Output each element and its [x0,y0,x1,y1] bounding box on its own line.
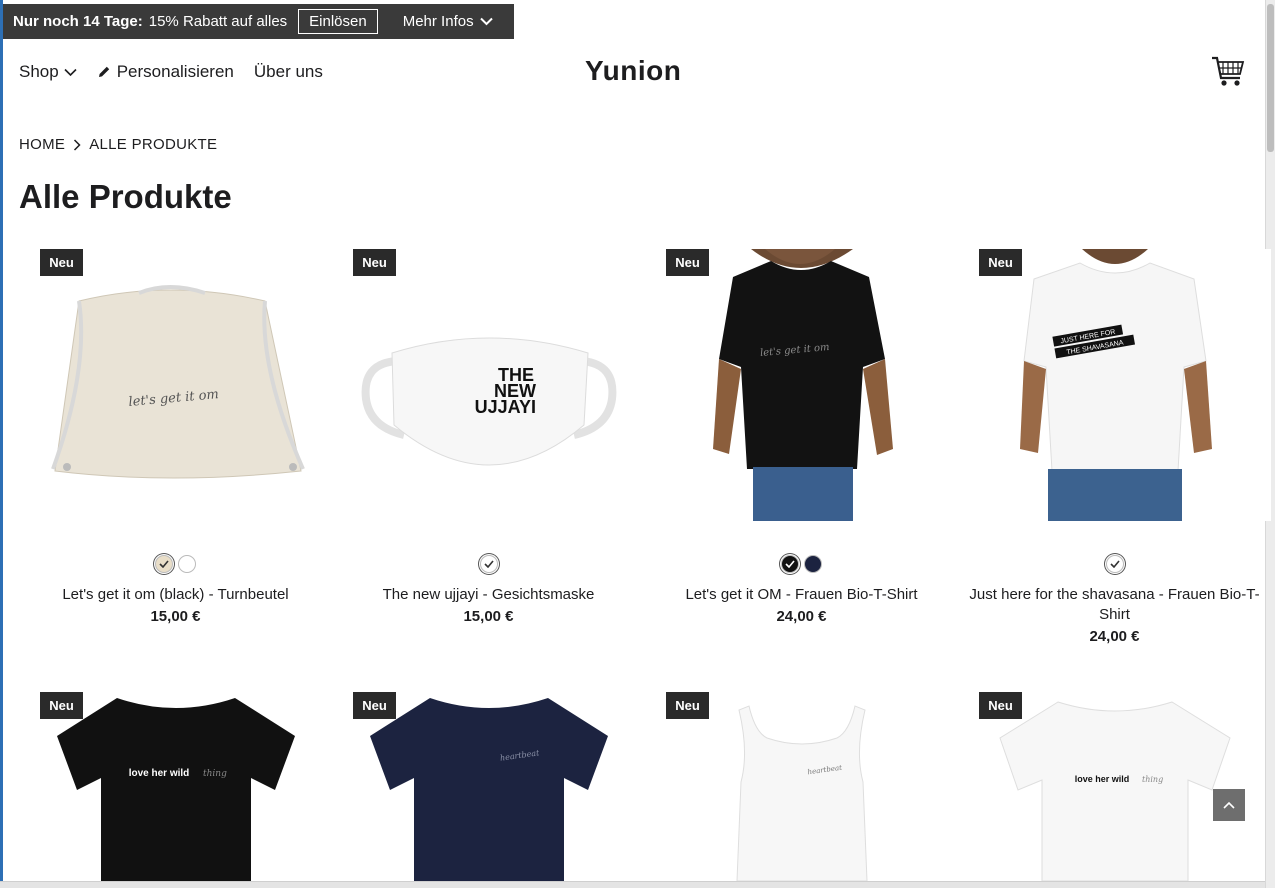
nav-shop-label: Shop [19,62,59,81]
breadcrumb-current: ALLE PRODUKTE [89,136,218,153]
model-black-tshirt-photo: let's get it om [645,249,958,521]
new-badge: Neu [979,249,1022,276]
redeem-button[interactable]: Einlösen [298,9,378,34]
product-image[interactable]: love her wild thing [19,692,332,881]
scrollbar-thumb[interactable] [1267,4,1274,152]
svg-text:thing: thing [1142,775,1163,784]
check-icon [785,560,795,568]
new-badge: Neu [666,692,709,719]
product-image[interactable]: let's get it om [645,249,958,521]
page-title: Alle Produkte [19,178,232,215]
product-image[interactable]: love her wild thing [958,692,1271,881]
breadcrumb: HOME ALLE PRODUKTE [19,136,217,153]
promo-lead: Nur noch 14 Tage: [13,13,143,30]
color-swatches [19,555,332,573]
product-image[interactable]: let's get it om [19,249,332,521]
product-price: 15,00 € [150,608,201,625]
swatch-white[interactable] [1105,555,1124,573]
svg-text:UJJAYI: UJJAYI [475,397,536,417]
brand-logo[interactable]: Yunion [585,55,681,87]
product-image[interactable]: heartbeat [332,692,645,881]
product-image[interactable]: JUST HERE FOR THE SHAVASANA [958,249,1271,521]
promo-banner: Nur noch 14 Tage: 15% Rabatt auf alles E… [3,4,514,39]
new-badge: Neu [353,692,396,719]
color-swatches [958,555,1271,573]
pencil-icon [98,66,109,77]
chevron-up-icon [1223,801,1235,809]
new-badge: Neu [40,692,83,719]
nav-about[interactable]: Über uns [254,62,323,82]
product-name[interactable]: Let's get it om (black) - Turnbeutel [19,585,332,605]
nav-shop[interactable]: Shop [19,62,77,82]
nav-about-label: Über uns [253,62,323,81]
product-image[interactable]: THE NEW UJJAYI [332,249,645,521]
product-price: 24,00 € [1089,628,1140,645]
color-swatches [332,555,645,573]
swatch-white[interactable] [178,555,196,573]
swatch-white[interactable] [479,555,498,573]
nav-personalize-label: Personalisieren [116,62,234,81]
black-tshirt-illustration: love her wild thing [57,698,295,881]
product-price: 24,00 € [776,608,827,625]
product-name[interactable]: Just here for the shavasana - Frauen Bio… [958,585,1271,625]
more-info-label: Mehr Infos [402,13,474,30]
product-print-text: love her wild [129,768,190,779]
swatch-black[interactable] [781,555,799,573]
model-white-tshirt-photo: JUST HERE FOR THE SHAVASANA [958,249,1271,521]
check-icon [483,560,494,568]
chevron-down-icon [64,68,77,76]
back-to-top-button[interactable] [1213,789,1245,821]
gym-bag-illustration: let's get it om [51,285,305,479]
cart-button[interactable] [1210,54,1246,93]
swatch-natural[interactable] [155,555,173,573]
horizontal-scrollbar[interactable] [0,881,1265,888]
swatch-navy[interactable] [804,555,822,573]
new-badge: Neu [666,249,709,276]
white-tshirt-illustration: love her wild thing [999,701,1231,881]
check-icon [159,560,169,568]
chevron-right-icon [74,138,81,151]
product-name[interactable]: The new ujjayi - Gesichtsmaske [332,585,645,605]
face-mask-illustration: THE NEW UJJAYI [361,337,617,466]
shopping-cart-icon [1212,56,1245,86]
product-price: 15,00 € [463,608,514,625]
new-badge: Neu [979,692,1022,719]
white-tanktop-illustration: heartbeat [736,705,868,881]
promo-text: 15% Rabatt auf alles [148,13,288,30]
product-name[interactable]: Let's get it OM - Frauen Bio-T-Shirt [645,585,958,605]
color-swatches [645,555,958,573]
new-badge: Neu [40,249,83,276]
product-image[interactable]: heartbeat [645,692,958,881]
new-badge: Neu [353,249,396,276]
main-nav: Shop Personalisieren Über uns [19,60,343,84]
nav-personalize[interactable]: Personalisieren [97,62,234,82]
breadcrumb-home[interactable]: HOME [19,136,65,153]
navy-tshirt-illustration: heartbeat [370,698,608,881]
check-icon [1109,560,1120,568]
more-info-button[interactable]: Mehr Infos [403,13,493,30]
chevron-down-icon [479,17,493,26]
svg-text:thing: thing [203,769,227,779]
window-frame-left [0,0,3,888]
product-print-text: love her wild [1075,774,1130,784]
